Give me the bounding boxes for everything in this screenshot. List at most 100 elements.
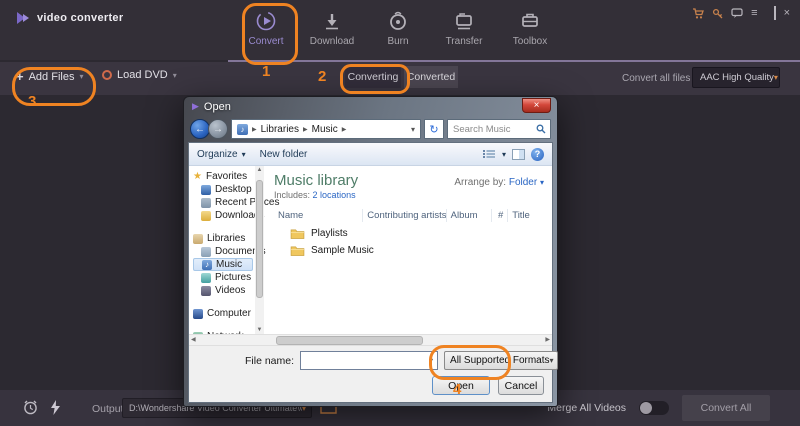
arrange-by[interactable]: Arrange by: Folder ▾ <box>454 177 544 188</box>
breadcrumb-libraries[interactable]: Libraries <box>261 124 299 135</box>
tab-toolbox[interactable]: Toolbox <box>503 6 557 47</box>
search-box[interactable] <box>447 119 551 139</box>
preview-pane-icon[interactable] <box>512 149 525 160</box>
open-button[interactable]: Open <box>432 376 490 395</box>
file-row-playlists[interactable]: Playlists <box>274 228 546 239</box>
arrange-by-label: Arrange by: <box>454 177 506 188</box>
file-name-label: File name: <box>245 355 294 367</box>
folder-tree: ★ Favorites Desktop Recent Places Downlo… <box>189 166 255 334</box>
logo-icon <box>16 11 30 25</box>
computer-icon <box>193 309 203 319</box>
maximize-icon[interactable] <box>774 8 776 19</box>
star-icon: ★ <box>193 172 202 182</box>
tab-download[interactable]: Download <box>305 6 359 47</box>
scrollbar-thumb[interactable] <box>256 180 263 298</box>
merge-all-videos-label: Merge All Videos <box>547 402 626 414</box>
search-input[interactable] <box>448 124 536 135</box>
dialog-titlebar[interactable]: ▶ Open <box>184 97 557 116</box>
breadcrumb[interactable]: ♪ ▶ Libraries ▶ Music ▶ ▾ <box>231 119 421 139</box>
chevron-down-icon[interactable]: ▾ <box>429 356 433 365</box>
sidebar-item-pictures[interactable]: Pictures <box>193 271 255 284</box>
sidebar-item-libraries[interactable]: Libraries <box>193 232 255 245</box>
file-row-sample-music[interactable]: Sample Music <box>274 245 546 256</box>
sidebar-item-videos[interactable]: Videos <box>193 284 255 297</box>
close-icon[interactable]: × <box>784 8 790 19</box>
tab-burn[interactable]: Burn <box>371 6 425 47</box>
locations-link[interactable]: 2 locations <box>313 190 356 200</box>
output-format-dropdown[interactable]: AAC High Quality ▾ <box>692 67 780 88</box>
merge-toggle[interactable] <box>639 401 669 415</box>
convert-icon <box>255 6 277 32</box>
scroll-up-icon[interactable]: ▲ <box>255 167 264 173</box>
scroll-right-icon[interactable]: ▶ <box>545 335 550 345</box>
scroll-down-icon[interactable]: ▼ <box>255 327 264 333</box>
account-key-icon[interactable] <box>712 8 723 19</box>
file-type-value: All Supported Formats <box>445 355 550 366</box>
file-name-input[interactable] <box>301 355 429 366</box>
column-header-number[interactable]: # <box>492 209 508 222</box>
breadcrumb-music[interactable]: Music <box>312 124 338 135</box>
schedule-clock-icon[interactable] <box>22 399 39 416</box>
convert-all-button[interactable]: Convert All <box>682 395 770 421</box>
load-dvd-button[interactable]: Load DVD ▾ <box>102 69 177 81</box>
forward-button[interactable]: → <box>208 119 228 139</box>
file-name-combobox[interactable]: ▾ <box>300 351 438 370</box>
add-files-label: Add Files <box>29 71 75 83</box>
add-files-button[interactable]: + Add Files ▾ <box>16 69 83 84</box>
bottom-bar-right: Merge All Videos Convert All <box>547 395 770 421</box>
dialog-close-button[interactable]: × <box>522 98 551 113</box>
sidebar-label: Music <box>216 259 242 270</box>
cancel-button[interactable]: Cancel <box>498 376 544 395</box>
tab-convert[interactable]: Convert <box>239 6 293 47</box>
back-button[interactable]: ← <box>190 119 210 139</box>
high-speed-icon[interactable] <box>50 400 61 415</box>
column-header-name[interactable]: Name <box>274 209 363 222</box>
organize-menu[interactable]: Organize ▾ <box>197 149 246 160</box>
tab-converted[interactable]: Converted <box>404 66 458 88</box>
chevron-down-icon: ▾ <box>79 72 83 81</box>
arrange-by-value[interactable]: Folder <box>509 177 537 188</box>
chevron-down-icon: ▾ <box>242 150 246 159</box>
column-header-album[interactable]: Album <box>447 209 493 222</box>
store-cart-icon[interactable] <box>692 8 704 19</box>
feedback-icon[interactable] <box>731 8 743 19</box>
sidebar-item-desktop[interactable]: Desktop <box>193 183 255 196</box>
column-header-title[interactable]: Title <box>508 209 546 222</box>
menu-icon[interactable]: ≡ <box>751 8 757 19</box>
tab-converting[interactable]: Converting <box>345 66 401 88</box>
new-folder-button[interactable]: New folder <box>260 149 308 160</box>
chevron-down-icon: ▾ <box>550 356 554 365</box>
help-icon[interactable]: ? <box>531 148 544 161</box>
toggle-knob <box>640 402 652 414</box>
sidebar-item-computer[interactable]: Computer <box>193 307 255 320</box>
organize-label: Organize <box>197 149 238 160</box>
address-dropdown-icon[interactable]: ▾ <box>411 125 415 134</box>
horizontal-scrollbar[interactable]: ◀ ▶ <box>189 334 552 345</box>
dialog-app-icon: ▶ <box>192 102 199 111</box>
views-icon[interactable] <box>482 148 496 160</box>
sidebar-item-documents[interactable]: Documents <box>193 245 255 258</box>
views-dropdown-icon[interactable]: ▾ <box>502 150 506 159</box>
scroll-left-icon[interactable]: ◀ <box>191 335 196 345</box>
breadcrumb-separator: ▶ <box>252 126 257 133</box>
output-format-value: AAC High Quality <box>693 72 774 83</box>
sidebar-item-recent-places[interactable]: Recent Places <box>193 196 255 209</box>
sidebar-item-favorites[interactable]: ★ Favorites <box>193 170 255 183</box>
sidebar-item-downloads[interactable]: Downloads <box>193 209 255 222</box>
sidebar-scrollbar[interactable]: ▲ ▼ <box>255 166 264 334</box>
dialog-body: ★ Favorites Desktop Recent Places Downlo… <box>189 166 552 334</box>
sidebar-item-music[interactable]: ♪ Music <box>193 258 253 271</box>
search-icon[interactable] <box>536 124 546 134</box>
transfer-icon <box>453 6 475 32</box>
tab-transfer[interactable]: Transfer <box>437 6 491 47</box>
file-type-dropdown[interactable]: All Supported Formats ▾ <box>444 351 558 370</box>
dialog-footer: File name: ▾ All Supported Formats ▾ Ope… <box>189 345 552 402</box>
file-name: Sample Music <box>311 245 374 256</box>
refresh-button[interactable]: ↻ <box>424 119 444 139</box>
open-dialog: ▶ Open × ← → ♪ ▶ Libraries ▶ Music ▶ ▾ ↻ <box>183 96 558 407</box>
dialog-command-bar: Organize ▾ New folder ▾ <box>189 143 552 166</box>
library-includes: Includes: 2 locations <box>274 190 546 200</box>
chevron-down-icon: ▾ <box>173 71 177 80</box>
scrollbar-thumb[interactable] <box>276 336 423 345</box>
column-header-artists[interactable]: Contributing artists <box>363 209 446 222</box>
